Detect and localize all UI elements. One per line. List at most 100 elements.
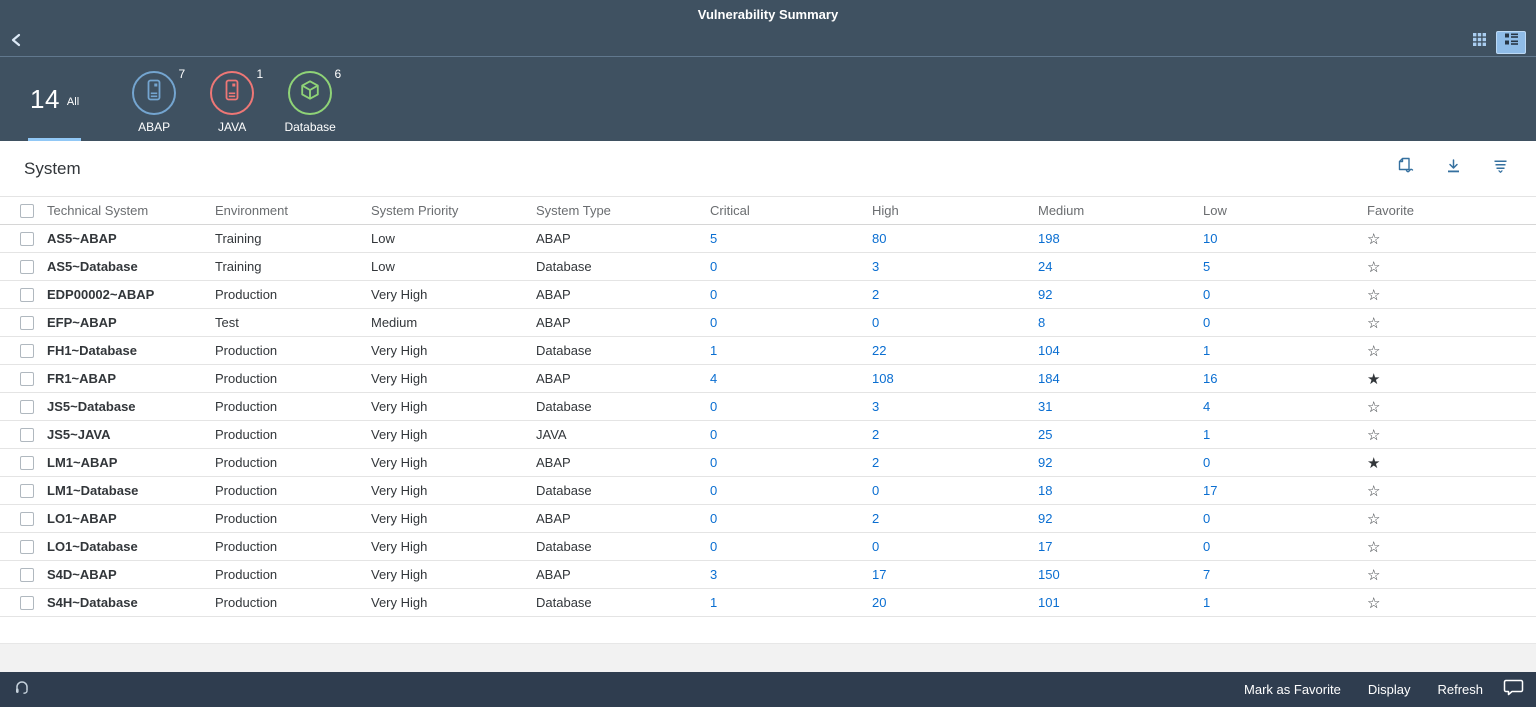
row-checkbox[interactable] [20, 568, 34, 582]
list-view-button[interactable] [1496, 31, 1526, 54]
favorite-star-icon[interactable]: ☆ [1367, 539, 1380, 556]
low-count-link[interactable]: 10 [1203, 231, 1217, 246]
row-checkbox[interactable] [20, 288, 34, 302]
table-row[interactable]: FR1~ABAP Production Very High ABAP 4 108… [0, 365, 1536, 393]
row-checkbox[interactable] [20, 400, 34, 414]
high-count-link[interactable]: 17 [872, 567, 886, 582]
low-count-link[interactable]: 4 [1203, 399, 1210, 414]
favorite-star-icon[interactable]: ☆ [1367, 595, 1380, 612]
medium-count-link[interactable]: 17 [1038, 539, 1052, 554]
column-header-medium[interactable]: Medium [1038, 197, 1203, 225]
column-header-environment[interactable]: Environment [215, 197, 371, 225]
low-count-link[interactable]: 16 [1203, 371, 1217, 386]
table-row[interactable]: JS5~Database Production Very High Databa… [0, 393, 1536, 421]
high-count-link[interactable]: 0 [872, 539, 879, 554]
table-row[interactable]: LO1~ABAP Production Very High ABAP 0 2 9… [0, 505, 1536, 533]
grid-view-button[interactable] [1464, 31, 1494, 54]
row-checkbox[interactable] [20, 596, 34, 610]
row-checkbox[interactable] [20, 456, 34, 470]
row-checkbox[interactable] [20, 428, 34, 442]
table-row[interactable]: S4D~ABAP Production Very High ABAP 3 17 … [0, 561, 1536, 589]
row-checkbox[interactable] [20, 372, 34, 386]
high-count-link[interactable]: 0 [872, 483, 879, 498]
medium-count-link[interactable]: 184 [1038, 371, 1060, 386]
medium-count-link[interactable]: 92 [1038, 511, 1052, 526]
medium-count-link[interactable]: 18 [1038, 483, 1052, 498]
high-count-link[interactable]: 2 [872, 455, 879, 470]
table-row[interactable]: S4H~Database Production Very High Databa… [0, 589, 1536, 617]
favorite-star-icon[interactable]: ☆ [1367, 483, 1380, 500]
table-row[interactable]: LM1~ABAP Production Very High ABAP 0 2 9… [0, 449, 1536, 477]
favorite-star-icon[interactable]: ☆ [1367, 427, 1380, 444]
low-count-link[interactable]: 0 [1203, 287, 1210, 302]
critical-count-link[interactable]: 0 [710, 483, 717, 498]
row-checkbox[interactable] [20, 540, 34, 554]
column-header-high[interactable]: High [872, 197, 1038, 225]
row-checkbox[interactable] [20, 260, 34, 274]
high-count-link[interactable]: 0 [872, 315, 879, 330]
critical-count-link[interactable]: 5 [710, 231, 717, 246]
column-header-system-priority[interactable]: System Priority [371, 197, 536, 225]
comment-button[interactable] [1503, 678, 1524, 702]
low-count-link[interactable]: 17 [1203, 483, 1217, 498]
high-count-link[interactable]: 108 [872, 371, 894, 386]
critical-count-link[interactable]: 0 [710, 287, 717, 302]
filter-tab-abap[interactable]: 7 ABAP [115, 57, 193, 141]
favorite-star-icon[interactable]: ★ [1367, 371, 1380, 388]
medium-count-link[interactable]: 101 [1038, 595, 1060, 610]
critical-count-link[interactable]: 0 [710, 259, 717, 274]
high-count-link[interactable]: 22 [872, 343, 886, 358]
download-button[interactable] [1443, 159, 1463, 179]
display-button[interactable]: Display [1368, 682, 1411, 697]
high-count-link[interactable]: 3 [872, 399, 879, 414]
favorite-star-icon[interactable]: ★ [1367, 455, 1380, 472]
row-checkbox[interactable] [20, 232, 34, 246]
low-count-link[interactable]: 0 [1203, 539, 1210, 554]
column-header-favorite[interactable]: Favorite [1367, 197, 1536, 225]
high-count-link[interactable]: 20 [872, 595, 886, 610]
table-row[interactable]: EFP~ABAP Test Medium ABAP 0 0 8 0 ☆ [0, 309, 1536, 337]
favorite-star-icon[interactable]: ☆ [1367, 315, 1380, 332]
table-row[interactable]: LM1~Database Production Very High Databa… [0, 477, 1536, 505]
low-count-link[interactable]: 5 [1203, 259, 1210, 274]
critical-count-link[interactable]: 0 [710, 399, 717, 414]
low-count-link[interactable]: 0 [1203, 315, 1210, 330]
medium-count-link[interactable]: 92 [1038, 287, 1052, 302]
row-checkbox[interactable] [20, 512, 34, 526]
favorite-star-icon[interactable]: ☆ [1367, 567, 1380, 584]
critical-count-link[interactable]: 0 [710, 511, 717, 526]
filter-tab-all[interactable]: 14 All [28, 57, 81, 141]
low-count-link[interactable]: 1 [1203, 595, 1210, 610]
column-header-technical-system[interactable]: Technical System [47, 197, 215, 225]
favorite-star-icon[interactable]: ☆ [1367, 231, 1380, 248]
low-count-link[interactable]: 0 [1203, 511, 1210, 526]
table-row[interactable]: EDP00002~ABAP Production Very High ABAP … [0, 281, 1536, 309]
critical-count-link[interactable]: 3 [710, 567, 717, 582]
table-row[interactable]: AS5~ABAP Training Low ABAP 5 80 198 10 ☆ [0, 225, 1536, 253]
low-count-link[interactable]: 1 [1203, 427, 1210, 442]
row-checkbox[interactable] [20, 316, 34, 330]
row-checkbox[interactable] [20, 484, 34, 498]
medium-count-link[interactable]: 150 [1038, 567, 1060, 582]
table-row[interactable]: JS5~JAVA Production Very High JAVA 0 2 2… [0, 421, 1536, 449]
high-count-link[interactable]: 3 [872, 259, 879, 274]
export-pdf-button[interactable] [1396, 159, 1416, 179]
medium-count-link[interactable]: 104 [1038, 343, 1060, 358]
medium-count-link[interactable]: 31 [1038, 399, 1052, 414]
medium-count-link[interactable]: 198 [1038, 231, 1060, 246]
filter-tab-java[interactable]: 1 JAVA [193, 57, 271, 141]
table-row[interactable]: LO1~Database Production Very High Databa… [0, 533, 1536, 561]
high-count-link[interactable]: 2 [872, 511, 879, 526]
row-checkbox[interactable] [20, 344, 34, 358]
critical-count-link[interactable]: 0 [710, 539, 717, 554]
favorite-star-icon[interactable]: ☆ [1367, 259, 1380, 276]
medium-count-link[interactable]: 25 [1038, 427, 1052, 442]
low-count-link[interactable]: 1 [1203, 343, 1210, 358]
medium-count-link[interactable]: 8 [1038, 315, 1045, 330]
critical-count-link[interactable]: 0 [710, 455, 717, 470]
critical-count-link[interactable]: 0 [710, 427, 717, 442]
column-header-critical[interactable]: Critical [710, 197, 872, 225]
medium-count-link[interactable]: 92 [1038, 455, 1052, 470]
support-button[interactable] [14, 679, 30, 700]
critical-count-link[interactable]: 1 [710, 343, 717, 358]
